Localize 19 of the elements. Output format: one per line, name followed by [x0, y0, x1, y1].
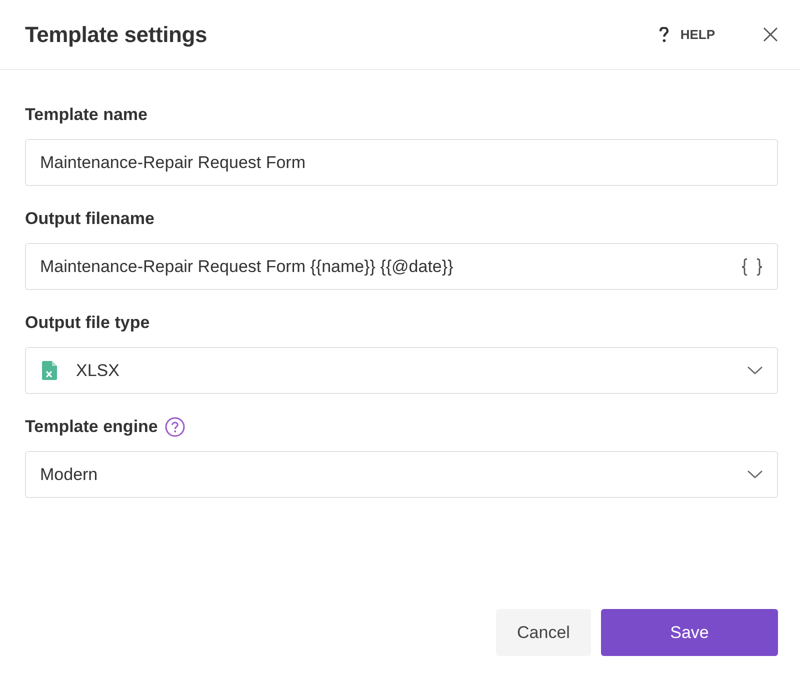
engine-dropdown[interactable]: Modern [25, 451, 778, 498]
field-label: Output filename [25, 209, 154, 229]
field-label: Output file type [25, 313, 150, 333]
field-label: Template engine [25, 417, 158, 437]
field-label: Template name [25, 105, 148, 125]
help-button[interactable]: HELP [659, 26, 715, 42]
cancel-button[interactable]: Cancel [496, 609, 591, 656]
filename-field[interactable]: Maintenance-Repair Request Form {{name}} {{@date}} [25, 243, 778, 290]
file-type-dropdown[interactable]: XLSX [25, 347, 778, 394]
help-icon [659, 27, 670, 42]
chevron-down-icon [747, 470, 763, 479]
save-button[interactable]: Save [601, 609, 778, 656]
spreadsheet-file-icon [42, 361, 57, 380]
text-field[interactable]: Maintenance-Repair Request Form [25, 139, 778, 186]
close-icon [763, 27, 778, 42]
close-button[interactable] [763, 27, 778, 42]
braces-icon [741, 258, 763, 276]
chevron-down-icon [747, 366, 763, 375]
dialog-title: Template settings [25, 22, 208, 48]
